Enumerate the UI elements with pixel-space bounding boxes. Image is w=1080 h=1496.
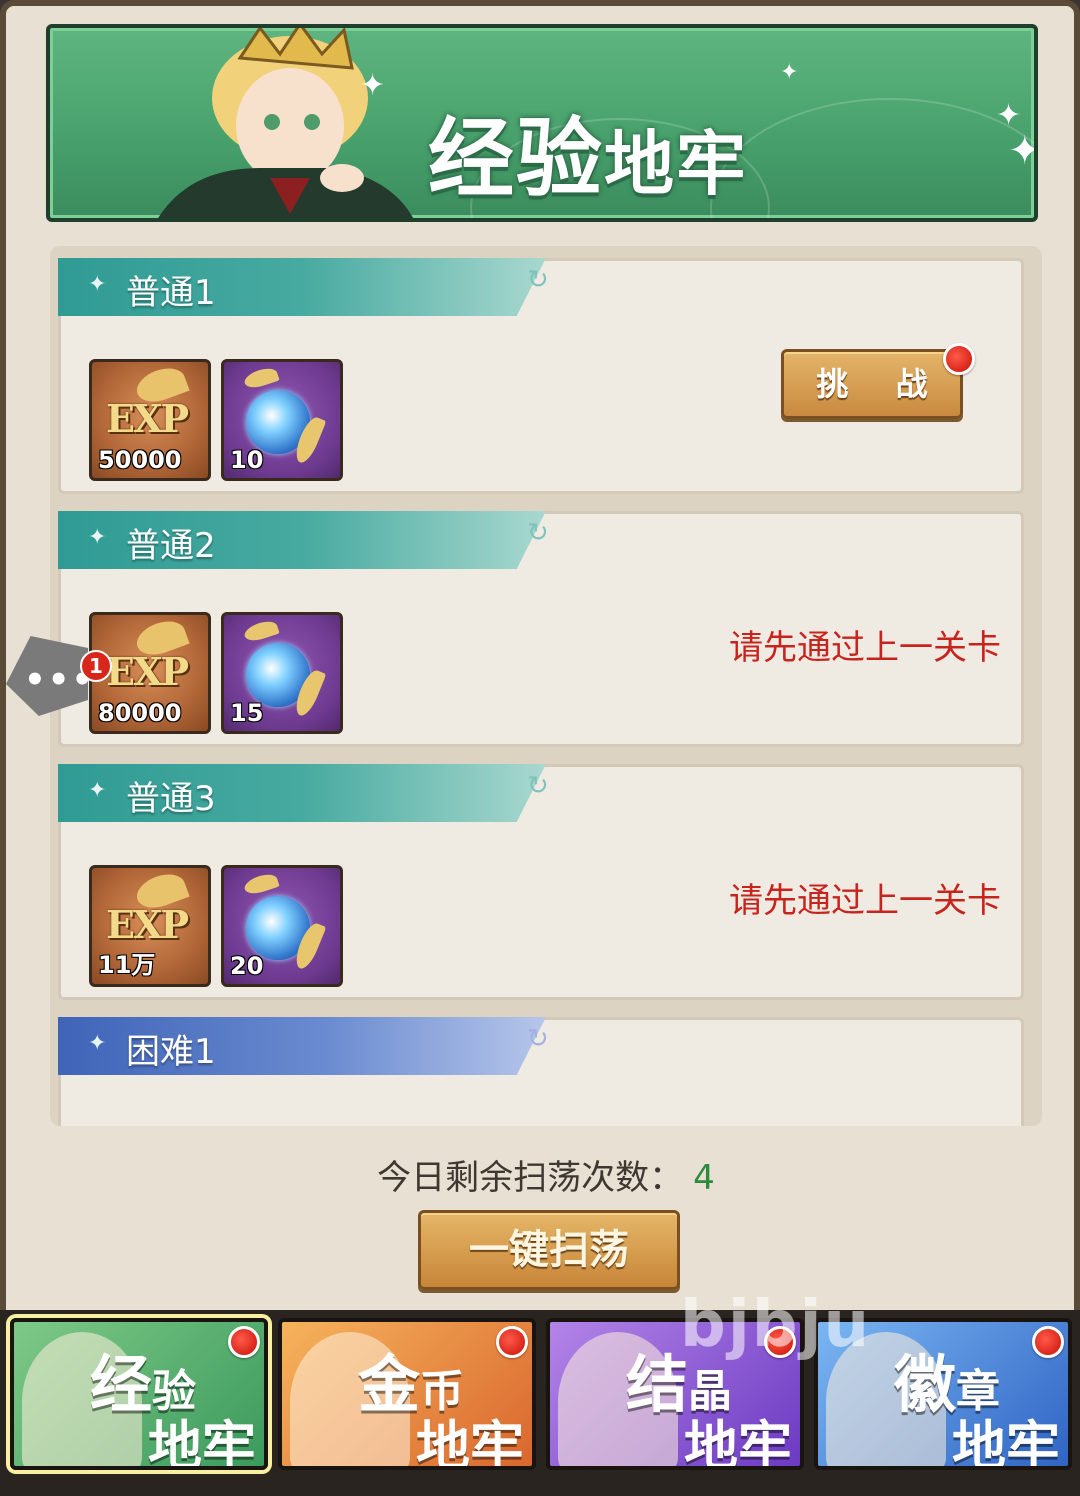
sweep-count: 4 [693,1158,715,1198]
dungeon-panel: 经验地牢 ✦ ✦ ✦ ✦ ✦ 普通1 ↻ EXP 50000 10 [0,0,1080,1310]
tab-exp-dungeon[interactable]: 经验 地牢 [10,1318,268,1470]
level-name: 普通1 [126,273,216,313]
reward-qty: 20 [230,952,264,980]
challenge-button[interactable]: 挑 战 [781,349,963,419]
level-name: 困难1 [126,1032,216,1072]
level-header: ✦ 普通3 [58,764,546,822]
level-card-normal-3: ✦ 普通3 ↻ EXP 11万 20 请先通过上一关卡 [58,764,1024,1000]
exp-icon: EXP [106,649,189,694]
reward-qty: 10 [230,446,264,474]
level-card-normal-1: ✦ 普通1 ↻ EXP 50000 10 挑 战 [58,258,1024,494]
reward-qty: 50000 [98,446,182,474]
reward-qty: 15 [230,699,264,727]
level-card-normal-2: ✦ 普通2 ↻ EXP 80000 15 请先通过上一关卡 [58,511,1024,747]
sweep-count-label: 今日剩余扫荡次数： 4 [377,1158,715,1198]
orb-reward-item[interactable]: 15 [221,612,343,734]
level-header: ✦ 普通2 [58,511,546,569]
sparkle-icon: ✦ [360,68,386,103]
curl-ornament-icon: ↻ [527,771,549,801]
reward-qty: 80000 [98,699,182,727]
locked-message: 请先通过上一关卡 [729,628,1001,668]
reward-qty: 11万 [98,951,156,979]
exp-icon: EXP [106,902,189,947]
notification-dot-icon [1032,1326,1064,1358]
level-header: ✦ 困难1 [58,1017,546,1075]
sparkle-icon: ✦ [1008,128,1034,174]
curl-ornament-icon: ↻ [527,1024,549,1054]
level-list[interactable]: ✦ 普通1 ↻ EXP 50000 10 挑 战 ✦ 普通2 ↻ EXP 800… [50,246,1042,1126]
one-click-sweep-button[interactable]: 一键扫荡 [418,1210,680,1290]
dungeon-tabbar: 经验 地牢 金币 地牢 结晶 地牢 徽章 地牢 [0,1310,1080,1496]
hero-portrait [158,28,414,218]
exp-reward-item[interactable]: EXP 50000 [89,359,211,481]
star-icon: ✦ [88,272,107,297]
dungeon-banner: 经验地牢 ✦ ✦ ✦ ✦ [46,24,1038,222]
notification-dot-icon [228,1326,260,1358]
orb-reward-item[interactable]: 10 [221,359,343,481]
notification-dot-icon [943,343,975,375]
star-icon: ✦ [88,778,107,803]
level-name: 普通3 [126,779,216,819]
locked-message: 请先通过上一关卡 [729,881,1001,921]
star-icon: ✦ [88,1031,107,1056]
curl-ornament-icon: ↻ [527,265,549,295]
exp-reward-item[interactable]: EXP 11万 [89,865,211,987]
curl-ornament-icon: ↻ [527,518,549,548]
banner-title: 经验地牢 [428,109,748,209]
orb-reward-item[interactable]: 20 [221,865,343,987]
exp-icon: EXP [106,396,189,441]
level-header: ✦ 普通1 [58,258,546,316]
level-name: 普通2 [126,526,216,566]
star-icon: ✦ [88,525,107,550]
sparkle-icon: ✦ [780,60,799,85]
watermark: bjbju [680,1288,872,1362]
level-card-hard-1: ✦ 困难1 ↻ [58,1017,1024,1126]
chat-badge: 1 [80,650,112,682]
tab-gold-dungeon[interactable]: 金币 地牢 [278,1318,536,1470]
notification-dot-icon [496,1326,528,1358]
